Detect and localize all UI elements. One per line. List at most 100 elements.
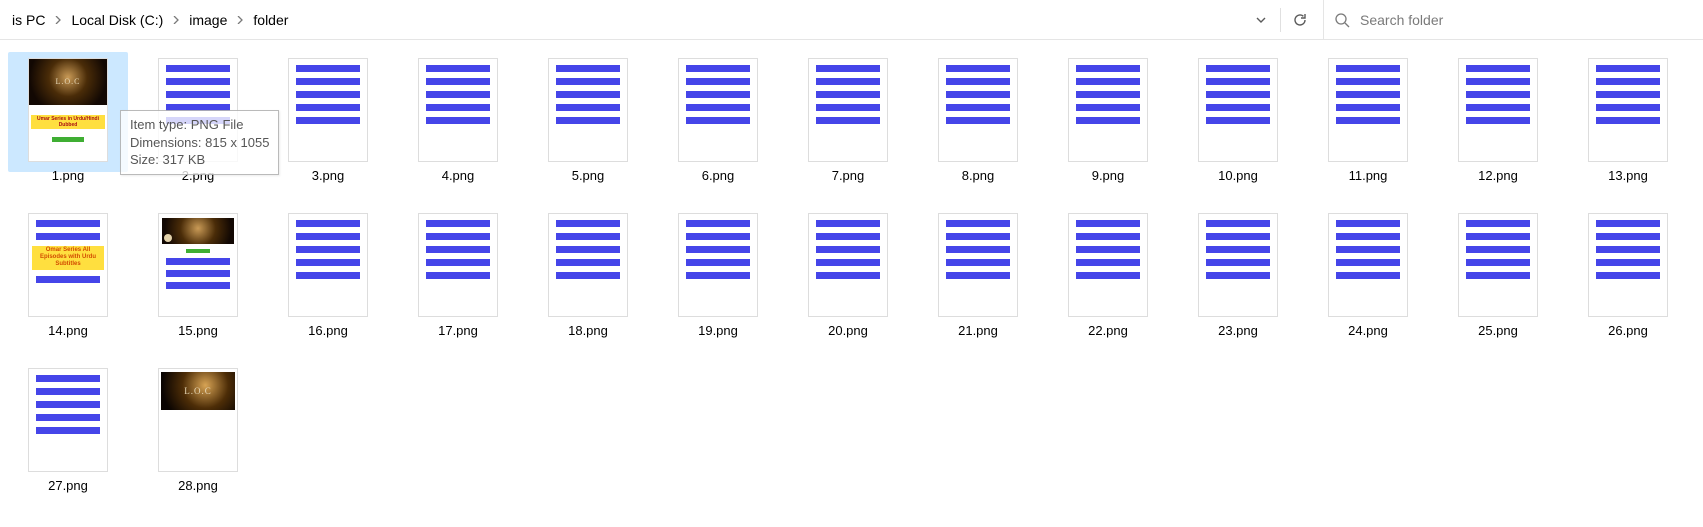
file-item[interactable]: L.O.CUmar Series in Urdu/Hindi Dubbed 1.p… (18, 58, 118, 183)
search-icon (1334, 12, 1350, 28)
file-thumbnail (1458, 213, 1538, 317)
thumbnail-highlight: Omar Series All Episodes with Urdu Subti… (32, 246, 104, 270)
file-item[interactable]: 8.png (928, 58, 1028, 183)
file-thumbnail (288, 213, 368, 317)
file-item[interactable]: 5.png (538, 58, 638, 183)
file-thumbnail (1328, 58, 1408, 162)
file-name-label: 4.png (442, 168, 475, 183)
file-item[interactable]: 15.png (148, 213, 248, 338)
file-item[interactable]: 26.png (1578, 213, 1678, 338)
file-thumbnail (938, 58, 1018, 162)
refresh-button[interactable] (1283, 0, 1317, 39)
file-thumbnail (808, 213, 888, 317)
file-name-label: 15.png (178, 323, 218, 338)
file-name-label: 27.png (48, 478, 88, 493)
file-item[interactable]: 10.png (1188, 58, 1288, 183)
file-thumbnail (938, 213, 1018, 317)
file-name-label: 10.png (1218, 168, 1258, 183)
file-name-label: 8.png (962, 168, 995, 183)
search-box[interactable] (1323, 0, 1703, 39)
file-name-label: 6.png (702, 168, 735, 183)
file-item[interactable]: 23.png (1188, 213, 1288, 338)
file-name-label: 12.png (1478, 168, 1518, 183)
breadcrumb-segment[interactable]: Local Disk (C:) (65, 12, 169, 28)
file-thumbnail (678, 213, 758, 317)
file-thumbnail (1198, 58, 1278, 162)
file-item[interactable]: Omar Series All Episodes with Urdu Subti… (18, 213, 118, 338)
file-item[interactable]: 20.png (798, 213, 898, 338)
file-name-label: 17.png (438, 323, 478, 338)
file-thumbnail (28, 368, 108, 472)
file-item[interactable]: 16.png (278, 213, 378, 338)
file-tooltip: Item type: PNG File Dimensions: 815 x 10… (120, 110, 279, 175)
breadcrumb-segment[interactable]: folder (247, 12, 294, 28)
file-item[interactable]: 3.png (278, 58, 378, 183)
file-name-label: 22.png (1088, 323, 1128, 338)
address-toolbar: is PC Local Disk (C:) image folder (0, 0, 1703, 40)
file-pane[interactable]: L.O.CUmar Series in Urdu/Hindi Dubbed 1.p… (0, 40, 1703, 527)
file-name-label: 25.png (1478, 323, 1518, 338)
file-thumbnail (418, 213, 498, 317)
file-thumbnail (418, 58, 498, 162)
breadcrumb-segment[interactable]: image (183, 12, 233, 28)
file-item[interactable]: 24.png (1318, 213, 1418, 338)
file-item[interactable]: 11.png (1318, 58, 1418, 183)
file-item[interactable]: 17.png (408, 213, 508, 338)
tooltip-line: Size: 317 KB (130, 151, 269, 169)
chevron-right-icon[interactable] (233, 16, 247, 24)
file-thumbnail (1328, 213, 1408, 317)
file-name-label: 13.png (1608, 168, 1648, 183)
thumbnail-logo: L.O.C (184, 384, 212, 398)
file-thumbnail: L.O.C (158, 368, 238, 472)
file-name-label: 16.png (308, 323, 348, 338)
chevron-right-icon[interactable] (169, 16, 183, 24)
file-item[interactable]: 25.png (1448, 213, 1548, 338)
file-item[interactable]: L.O.C 28.png (148, 368, 248, 493)
file-name-label: 20.png (828, 323, 868, 338)
thumbnail-logo: L.O.C (56, 76, 81, 89)
file-name-label: 19.png (698, 323, 738, 338)
recent-locations-button[interactable] (1244, 0, 1278, 39)
file-name-label: 24.png (1348, 323, 1388, 338)
file-thumbnail (548, 213, 628, 317)
file-name-label: 11.png (1349, 168, 1388, 183)
file-name-label: 18.png (568, 323, 608, 338)
file-thumbnail (1068, 213, 1148, 317)
divider (1280, 8, 1281, 32)
file-thumbnail (808, 58, 888, 162)
file-item[interactable]: 22.png (1058, 213, 1158, 338)
breadcrumb-segment[interactable]: is PC (6, 12, 51, 28)
file-name-label: 5.png (572, 168, 605, 183)
file-item[interactable]: 21.png (928, 213, 1028, 338)
file-thumbnail (1198, 213, 1278, 317)
file-name-label: 1.png (52, 168, 85, 183)
chevron-right-icon[interactable] (51, 16, 65, 24)
file-item[interactable]: 4.png (408, 58, 508, 183)
file-item[interactable]: 6.png (668, 58, 768, 183)
file-item[interactable]: 7.png (798, 58, 898, 183)
file-item[interactable]: 27.png (18, 368, 118, 493)
file-name-label: 7.png (832, 168, 865, 183)
search-input[interactable] (1360, 12, 1693, 28)
file-thumbnail (1068, 58, 1148, 162)
file-item[interactable]: 9.png (1058, 58, 1158, 183)
file-thumbnail (158, 213, 238, 317)
file-thumbnail (288, 58, 368, 162)
file-thumbnail: Omar Series All Episodes with Urdu Subti… (28, 213, 108, 317)
file-item[interactable]: 18.png (538, 213, 638, 338)
address-controls (1244, 0, 1317, 39)
breadcrumb[interactable]: is PC Local Disk (C:) image folder (0, 0, 1244, 39)
file-name-label: 21.png (958, 323, 998, 338)
file-thumbnail: L.O.CUmar Series in Urdu/Hindi Dubbed (28, 58, 108, 162)
file-thumbnail (548, 58, 628, 162)
file-name-label: 23.png (1218, 323, 1258, 338)
file-thumbnail (1588, 58, 1668, 162)
file-item[interactable]: 13.png (1578, 58, 1678, 183)
file-thumbnail (1588, 213, 1668, 317)
file-item[interactable]: 19.png (668, 213, 768, 338)
file-name-label: 28.png (178, 478, 218, 493)
tooltip-line: Dimensions: 815 x 1055 (130, 134, 269, 152)
file-name-label: 26.png (1608, 323, 1648, 338)
tooltip-line: Item type: PNG File (130, 116, 269, 134)
file-item[interactable]: 12.png (1448, 58, 1548, 183)
